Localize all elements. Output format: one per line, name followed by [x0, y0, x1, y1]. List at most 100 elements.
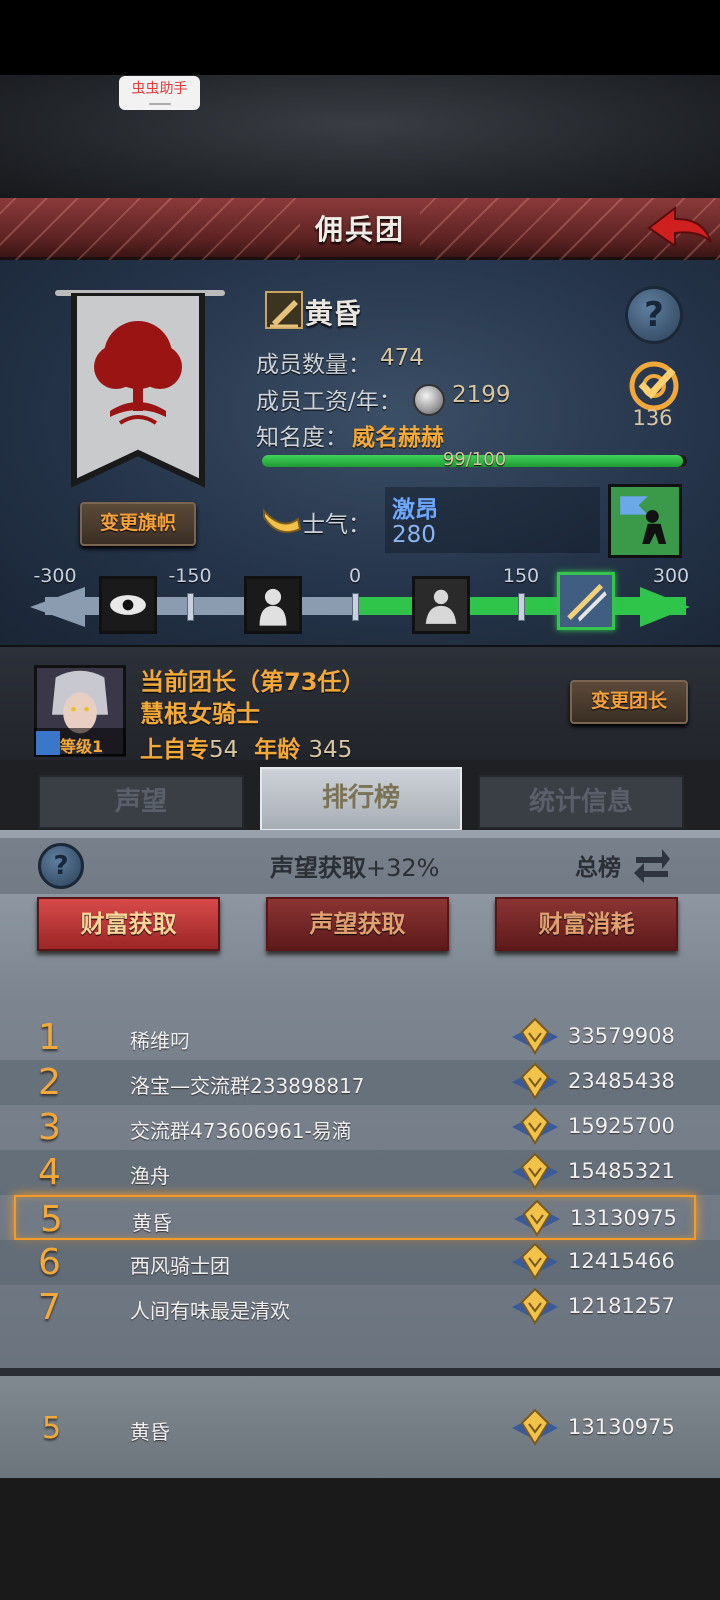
rank-number: 5 [40, 1199, 63, 1240]
rank-badge-icon [514, 1199, 560, 1237]
change-leader-button[interactable]: 变更团长 [570, 680, 688, 724]
change-banner-button[interactable]: 变更旗帜 [80, 502, 196, 546]
scale-label: 150 [502, 565, 540, 587]
rank-value: 13130975 [570, 1206, 677, 1230]
table-row[interactable]: 5 黄昏 13130975 [14, 1195, 696, 1240]
table-row[interactable]: 6 西风骑士团 12415466 [0, 1240, 720, 1285]
rank-number: 7 [38, 1287, 61, 1328]
table-row[interactable]: 3 交流群473606961-易滴 15925700 [0, 1105, 720, 1150]
scale-label: 0 [348, 565, 362, 587]
bonus-label: 声望获取 [270, 854, 366, 882]
help-button[interactable]: ? [625, 286, 683, 344]
level-label: 等级1 [60, 737, 104, 756]
wage-label: 成员工资/年： [256, 389, 402, 415]
wage-value: 2199 [452, 382, 511, 408]
rank-name: 洛宝—交流群233898817 [130, 1074, 365, 1098]
morale-value: 280 [392, 522, 436, 548]
rank-name: 稀维叼 [130, 1029, 190, 1053]
charge-icon[interactable] [557, 572, 615, 630]
question-icon: ? [38, 843, 84, 889]
swap-icon[interactable] [632, 843, 672, 883]
bottom-background [0, 1478, 720, 1600]
leader-name: 慧根女骑士 [140, 700, 260, 728]
rank-badge-icon [512, 1107, 558, 1145]
rank-badge-icon [512, 1287, 558, 1325]
table-row[interactable]: 1 稀维叼 33579908 [0, 1015, 720, 1060]
morale-label: 士气： [302, 512, 371, 538]
table-row[interactable]: 7 人间有味最是清欢 12181257 [0, 1285, 720, 1330]
members-label: 成员数量： [256, 352, 371, 378]
ranking-help-button[interactable]: ? [38, 843, 84, 889]
silver-coin-icon [413, 384, 445, 416]
rank-value: 33579908 [568, 1024, 675, 1048]
page-title: 佣兵团 [314, 213, 405, 246]
tab-reputation[interactable]: 声望 [38, 775, 244, 829]
rank-value: 13130975 [568, 1415, 675, 1439]
fame-progress-text: 99/100 [442, 449, 507, 470]
back-arrow-icon[interactable] [645, 202, 715, 254]
rank-value: 23485438 [568, 1069, 675, 1093]
morale-state: 激昂 [392, 497, 438, 523]
rank-badge-icon [512, 1408, 558, 1446]
bonus-value: +32% [366, 854, 440, 882]
status-bar-area [0, 0, 720, 75]
rank-number: 1 [38, 1017, 61, 1058]
category-wealth-spend-button[interactable]: 财富消耗 [495, 897, 678, 951]
category-reputation-gain-button[interactable]: 声望获取 [266, 897, 449, 951]
rank-name: 黄昏 [130, 1420, 170, 1444]
horn-icon [263, 508, 302, 533]
category-wealth-gain-button[interactable]: 财富获取 [37, 897, 220, 951]
own-rank-row: 5 黄昏 13130975 [0, 1406, 720, 1451]
scale-tick [518, 593, 525, 621]
fame-value: 威名赫赫 [352, 425, 444, 451]
fear-icon[interactable] [244, 576, 302, 634]
rank-name: 交流群473606961-易滴 [130, 1119, 352, 1143]
tab-leaderboard[interactable]: 排行榜 [260, 767, 462, 831]
helper-pill[interactable]: 虫虫助手 [119, 76, 200, 110]
change-banner-label: 变更旗帜 [99, 512, 176, 534]
rank-number: 3 [38, 1107, 61, 1148]
leader-stats: 上自专54 年龄 345 [140, 730, 352, 764]
scale-arrow-left [30, 587, 85, 627]
members-value: 474 [380, 345, 424, 371]
rank-name: 黄昏 [132, 1211, 172, 1235]
rank-value: 15925700 [568, 1114, 675, 1138]
rank-badge-icon [512, 1242, 558, 1280]
scale-tick [187, 593, 194, 621]
rank-number: 4 [38, 1152, 61, 1193]
fame-label: 知名度： [256, 425, 348, 451]
scale-label: -150 [168, 565, 212, 587]
question-icon: ? [625, 286, 683, 344]
scale-label: 300 [652, 565, 690, 587]
rank-value: 12415466 [568, 1249, 675, 1273]
rank-number: 5 [42, 1411, 62, 1446]
scale-label: -300 [33, 565, 77, 587]
rank-value: 15485321 [568, 1159, 675, 1183]
rank-value: 12181257 [568, 1294, 675, 1318]
table-row[interactable]: 2 洛宝—交流群233898817 23485438 [0, 1060, 720, 1105]
rank-number: 2 [38, 1062, 61, 1103]
rank-badge-icon [512, 1152, 558, 1190]
morale-charge-icon[interactable] [608, 484, 682, 558]
target-check-icon[interactable] [623, 360, 685, 412]
ranking-bonus: 声望获取+32% [270, 848, 439, 883]
rank-name: 人间有味最是清欢 [130, 1299, 290, 1323]
helper-label: 虫虫助手 [131, 81, 188, 97]
edit-pen-icon[interactable] [264, 290, 304, 330]
calm-icon[interactable] [412, 576, 470, 634]
leader-title: 当前团长（第73任） [140, 668, 366, 696]
rank-number: 6 [38, 1242, 61, 1283]
list-divider [0, 1368, 720, 1376]
scale-arrow-right [640, 587, 690, 627]
tab-statistics[interactable]: 统计信息 [478, 775, 684, 829]
eye-icon[interactable] [99, 576, 157, 634]
rank-name: 西风骑士团 [130, 1254, 230, 1278]
sword-icon [36, 731, 60, 755]
guild-banner [71, 293, 205, 488]
rank-badge-icon [512, 1062, 558, 1100]
top-background [0, 75, 720, 200]
change-leader-label: 变更团长 [590, 690, 667, 712]
table-row[interactable]: 4 渔舟 15485321 [0, 1150, 720, 1195]
target-value: 136 [632, 406, 673, 430]
rank-name: 渔舟 [130, 1164, 170, 1188]
